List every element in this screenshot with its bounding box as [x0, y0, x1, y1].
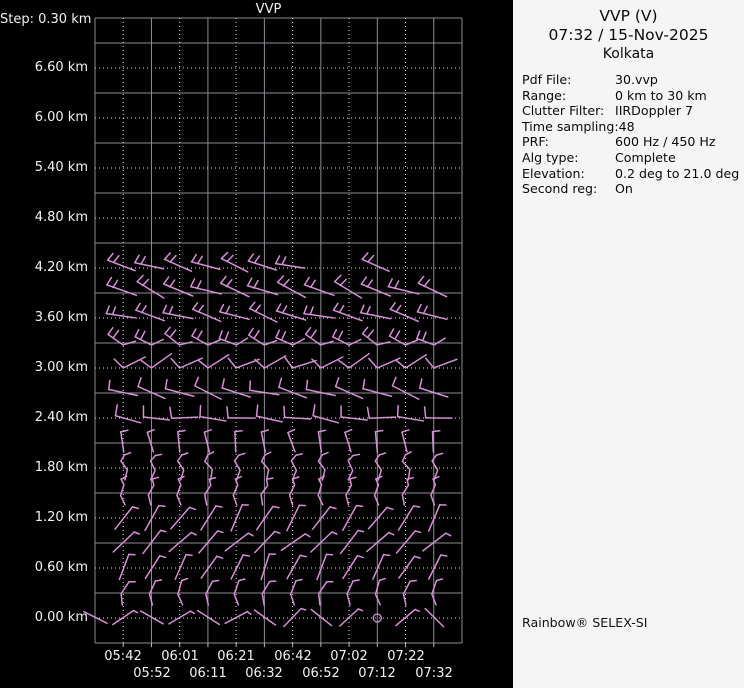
y-axis-label: 6.60 km — [34, 60, 88, 75]
vvp-application-window: Step: 0.30 km VVP 6.60 km 6.00 km 5.40 k… — [0, 0, 744, 688]
parameter-value: 0 km to 30 km — [615, 87, 707, 103]
info-panel-header: VVP (V) 07:32 / 15-Nov-2025 Kolkata — [513, 0, 744, 63]
parameter-value: 48 — [618, 118, 635, 134]
site-name: Kolkata — [602, 46, 655, 62]
y-axis-label: 3.60 km — [34, 310, 88, 325]
parameter-label: Clutter Filter: — [522, 103, 605, 119]
parameter-label: Pdf File: — [522, 72, 572, 87]
x-axis-label: 07:22 — [387, 649, 425, 664]
y-axis-label: 0.00 km — [34, 610, 88, 625]
parameter-label: Time sampling: — [522, 118, 619, 134]
x-axis-label: 07:32 — [415, 666, 453, 681]
y-axis-label: 6.00 km — [34, 110, 88, 125]
plot-title: VVP — [255, 2, 282, 17]
x-axis-label: 06:42 — [274, 649, 312, 664]
x-axis-label: 07:12 — [358, 666, 396, 681]
y-axis-label: 4.80 km — [34, 210, 88, 225]
y-axis-label: 1.20 km — [34, 510, 88, 525]
y-axis-label: 2.40 km — [34, 410, 88, 425]
product-datetime: 07:32 / 15-Nov-2025 — [548, 26, 709, 44]
wind-barb-plot-canvas — [83, 17, 463, 647]
parameter-label: Alg type: — [522, 149, 579, 165]
vendor-branding: Rainbow® SELEX-SI — [522, 615, 648, 630]
height-step-label: Step: 0.30 km — [0, 12, 92, 27]
y-axis-label: 3.00 km — [34, 360, 88, 375]
y-axis-label: 0.60 km — [34, 560, 88, 575]
x-axis-label: 07:02 — [330, 649, 368, 664]
parameter-row: Time sampling: 48 — [522, 119, 744, 135]
x-axis-label: 06:52 — [302, 666, 340, 681]
parameter-row: Pdf File: 30.vvp — [522, 72, 744, 88]
y-axis-label: 1.80 km — [34, 460, 88, 475]
parameter-row: Elevation: 0.2 deg to 21.0 deg — [522, 166, 744, 182]
parameter-value: 600 Hz / 450 Hz — [615, 134, 716, 150]
info-panel: VVP (V) 07:32 / 15-Nov-2025 Kolkata Pdf … — [513, 0, 744, 688]
x-axis-label: 06:11 — [189, 666, 227, 681]
parameter-value: 0.2 deg to 21.0 deg — [615, 165, 740, 181]
vvp-chart-panel: Step: 0.30 km VVP 6.60 km 6.00 km 5.40 k… — [0, 0, 513, 688]
x-axis-label: 06:21 — [217, 649, 255, 664]
product-title: VVP (V) — [599, 7, 658, 25]
parameter-row: PRF: 600 Hz / 450 Hz — [522, 134, 744, 150]
x-axis-label: 05:52 — [133, 666, 171, 681]
x-axis-label: 06:01 — [161, 649, 199, 664]
parameter-value: 30.vvp — [615, 72, 658, 87]
parameter-value: On — [615, 181, 633, 197]
parameter-row: Range: 0 km to 30 km — [522, 88, 744, 104]
parameter-row: Second reg: On — [522, 181, 744, 197]
y-axis-label: 4.20 km — [34, 260, 88, 275]
parameter-row: Clutter Filter: IIRDoppler 7 — [522, 103, 744, 119]
parameter-label: Second reg: — [522, 181, 598, 197]
parameter-value: IIRDoppler 7 — [615, 103, 694, 119]
parameter-row: Alg type: Complete — [522, 150, 744, 166]
x-axis-label: 05:42 — [104, 649, 142, 664]
product-parameters: Pdf File: 30.vvp Range: 0 km to 30 km Cl… — [513, 72, 744, 197]
parameter-label: Range: — [522, 87, 567, 103]
parameter-value: Complete — [615, 149, 676, 165]
parameter-label: PRF: — [522, 134, 549, 150]
x-axis-label: 06:32 — [245, 666, 283, 681]
y-axis-label: 5.40 km — [34, 160, 88, 175]
parameter-label: Elevation: — [522, 165, 585, 181]
